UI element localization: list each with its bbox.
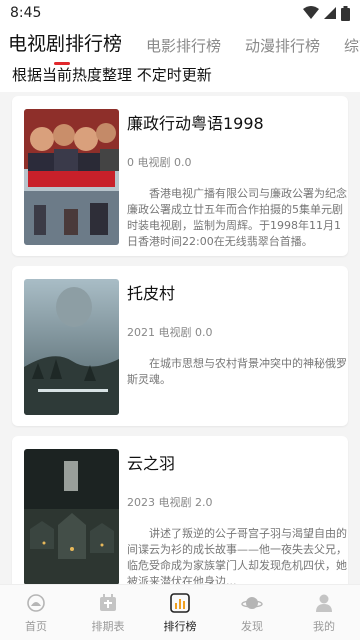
tab-anime-ranking[interactable]: 动漫排行榜 [233, 35, 332, 62]
category-tabs: 电视剧排行榜 电影排行榜 动漫排行榜 综艺 [0, 26, 360, 62]
list-item[interactable]: 云之羽 2023 电视剧 2.0 讲述了叛逆的公子哥宫子羽与渴望自由的间谍云为衫… [12, 436, 348, 584]
nav-schedule-label: 排期表 [91, 619, 125, 633]
nav-schedule[interactable]: 排期表 [72, 585, 144, 640]
item-description: 讲述了叛逆的公子哥宫子羽与渴望自由的间谍云为衫的成长故事——他一夜失去父兄，临危… [127, 527, 347, 584]
nav-profile-label: 我的 [313, 619, 335, 633]
list-item[interactable]: 廉政行动粤语1998 0 电视剧 0.0 香港电视广播有限公司与廉政公署为纪念廉… [12, 96, 348, 256]
poster-image [24, 109, 119, 245]
planet-icon [241, 592, 263, 614]
battery-icon [341, 5, 350, 21]
item-meta: 2023 电视剧 2.0 [127, 496, 213, 509]
poster-image [24, 449, 119, 584]
home-icon [25, 592, 47, 614]
nav-ranking[interactable]: 排行榜 [144, 585, 216, 640]
item-title[interactable]: 托皮村 [127, 280, 175, 304]
item-title[interactable]: 廉政行动粤语1998 [127, 110, 264, 134]
tab-variety-ranking[interactable]: 综艺 [332, 35, 360, 62]
item-meta: 0 电视剧 0.0 [127, 156, 192, 169]
nav-home-label: 首页 [25, 619, 47, 633]
item-meta: 2021 电视剧 0.0 [127, 326, 213, 339]
signal-icon [324, 7, 336, 19]
nav-ranking-label: 排行榜 [163, 619, 197, 633]
status-icons [303, 5, 350, 21]
user-icon [313, 592, 335, 614]
status-bar: 8:45 [0, 0, 360, 26]
nav-discover[interactable]: 发现 [216, 585, 288, 640]
poster-image [24, 279, 119, 415]
nav-discover-label: 发现 [241, 619, 263, 633]
chart-icon [169, 592, 191, 614]
nav-profile[interactable]: 我的 [288, 585, 360, 640]
tab-movie-ranking[interactable]: 电影排行榜 [134, 35, 233, 62]
item-description: 香港电视广播有限公司与廉政公署为纪念廉政公署成立廿五年而合作拍摄的5集单元剧时装… [127, 187, 347, 248]
list-item[interactable]: 托皮村 2021 电视剧 0.0 在城市思想与农村背景冲突中的神秘俄罗斯灵魂。 [12, 266, 348, 426]
nav-home[interactable]: 首页 [0, 585, 72, 640]
tab-tv-ranking[interactable]: 电视剧排行榜 [0, 29, 134, 62]
ranking-subtitle: 根据当前热度整理 不定时更新 [12, 66, 212, 84]
ranking-list[interactable]: 廉政行动粤语1998 0 电视剧 0.0 香港电视广播有限公司与廉政公署为纪念廉… [0, 92, 360, 584]
item-title[interactable]: 云之羽 [127, 450, 175, 474]
item-description: 在城市思想与农村背景冲突中的神秘俄罗斯灵魂。 [127, 357, 347, 386]
bottom-nav: 首页 排期表 排行榜 发现 我的 [0, 584, 360, 640]
status-time: 8:45 [10, 5, 42, 21]
calendar-icon [97, 592, 119, 614]
wifi-icon [303, 6, 319, 19]
